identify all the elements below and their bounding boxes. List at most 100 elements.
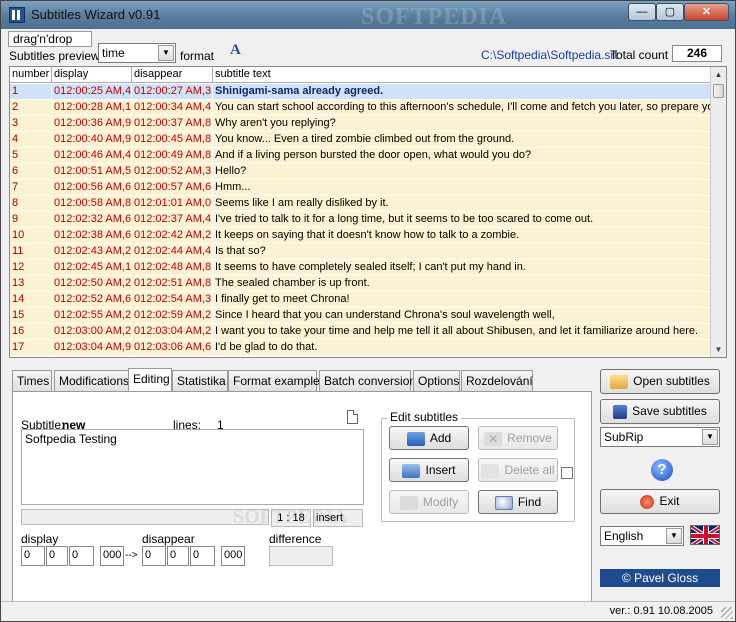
column-header-text[interactable]: subtitle text (213, 67, 712, 83)
table-scrollbar[interactable]: ▲ ▼ (710, 67, 726, 357)
insert-button[interactable]: Insert (389, 458, 469, 482)
cell-disappear: 012:01:01 AM,0 (132, 196, 213, 212)
preview-label: Subtitles preview: (9, 49, 104, 63)
cell-text: It seems to have completely sealed itsel… (213, 260, 712, 276)
difference-label: difference (269, 532, 322, 546)
cell-number: 6 (10, 164, 52, 180)
maximize-button[interactable]: ▢ (656, 3, 684, 21)
cell-disappear: 012:02:48 AM,8 (132, 260, 213, 276)
column-header-display[interactable]: display (52, 67, 132, 83)
tab-editing[interactable]: Editing (128, 368, 172, 391)
display-ms[interactable]: 000 (100, 546, 124, 566)
cell-display: 012:03:00 AM,2 (52, 324, 132, 340)
exit-button[interactable]: Exit (600, 489, 720, 514)
scroll-thumb[interactable] (713, 84, 724, 98)
cell-disappear: 012:00:37 AM,8 (132, 116, 213, 132)
output-format-select[interactable]: SubRip ▼ (600, 427, 720, 447)
table-row[interactable]: 15 012:02:55 AM,2 012:02:59 AM,2 Since I he… (10, 308, 712, 324)
modify-button[interactable]: Modify (389, 490, 469, 514)
title-bar[interactable]: Subtitles Wizard v0.91 SOFTPEDIA — ▢ ✕ (1, 1, 735, 30)
display-seconds[interactable]: 0 (69, 546, 94, 566)
cell-disappear: 012:00:27 AM,3 (132, 84, 213, 100)
cell-display: 012:02:32 AM,6 (52, 212, 132, 228)
disappear-minutes[interactable]: 0 (167, 546, 189, 566)
table-row[interactable]: 7 012:00:56 AM,6 012:00:57 AM,6 Hmm... (10, 180, 712, 196)
table-row[interactable]: 9 012:02:32 AM,6 012:02:37 AM,4 I've tried … (10, 212, 712, 228)
cell-number: 15 (10, 308, 52, 324)
cell-number: 2 (10, 100, 52, 116)
cell-display: 012:00:36 AM,9 (52, 116, 132, 132)
cell-text: Hello? (213, 164, 712, 180)
uk-flag-icon (690, 525, 720, 545)
tab-options[interactable]: Options (413, 370, 460, 391)
minimize-button[interactable]: — (628, 3, 656, 21)
resize-grip[interactable] (721, 607, 733, 619)
folder-icon (610, 374, 629, 389)
close-button[interactable]: ✕ (684, 3, 729, 21)
disappear-ms[interactable]: 000 (221, 546, 245, 566)
open-subtitles-label: Open subtitles (633, 374, 710, 388)
table-row[interactable]: 3 012:00:36 AM,9 012:00:37 AM,8 Why aren't … (10, 116, 712, 132)
insert-button-label: Insert (425, 463, 456, 477)
disappear-label: disappear (142, 532, 195, 546)
table-row[interactable]: 10 012:02:38 AM,6 012:02:42 AM,2 It keeps o… (10, 228, 712, 244)
display-hours[interactable]: 0 (21, 546, 45, 566)
cell-text: I finally get to meet Chrona! (213, 292, 712, 308)
tab-rozdelovani[interactable]: Rozdelování (461, 370, 533, 391)
table-row[interactable]: 1 012:00:25 AM,4 012:00:27 AM,3 Shinigami-s… (10, 84, 712, 100)
scroll-down-icon[interactable]: ▼ (711, 342, 726, 357)
help-icon[interactable]: ? (651, 459, 673, 481)
table-row[interactable]: 11 012:02:43 AM,2 012:02:44 AM,4 Is that so… (10, 244, 712, 260)
delete-all-button[interactable]: Delete all (478, 458, 558, 482)
scroll-up-icon[interactable]: ▲ (711, 67, 726, 82)
cell-disappear: 012:00:57 AM,6 (132, 180, 213, 196)
table-row[interactable]: 13 012:02:50 AM,2 012:02:51 AM,8 The sealed… (10, 276, 712, 292)
tab-statistika[interactable]: Statistika (172, 370, 228, 391)
tab-modifications[interactable]: Modifications (54, 370, 138, 391)
cell-disappear: 012:02:42 AM,2 (132, 228, 213, 244)
delete-all-checkbox[interactable] (561, 467, 573, 479)
cell-disappear: 012:00:52 AM,3 (132, 164, 213, 180)
tab-format-examples[interactable]: Format examples (228, 370, 326, 391)
language-select[interactable]: English ▼ (600, 526, 684, 546)
remove-icon: ✕ (484, 431, 503, 446)
table-header: number display disappear subtitle text (10, 67, 712, 83)
subtitle-text-editor[interactable]: Softpedia Testing (21, 429, 364, 505)
new-document-icon[interactable] (347, 410, 358, 424)
find-button[interactable]: Find (478, 490, 558, 514)
cell-text: I'd be glad to do that. (213, 340, 712, 356)
table-row[interactable]: 17 012:03:04 AM,9 012:03:06 AM,6 I'd be gla… (10, 340, 712, 356)
cell-text: Seems like I am really disliked by it. (213, 196, 712, 212)
tab-times[interactable]: Times (12, 370, 52, 391)
table-row[interactable]: 14 012:02:52 AM,6 012:02:54 AM,3 I finally … (10, 292, 712, 308)
add-button[interactable]: Add (389, 426, 469, 450)
table-row[interactable]: 5 012:00:46 AM,4 012:00:49 AM,8 And if a li… (10, 148, 712, 164)
table-row[interactable]: 12 012:02:45 AM,1 012:02:48 AM,8 It seems t… (10, 260, 712, 276)
table-row[interactable]: 4 012:00:40 AM,9 012:00:45 AM,8 You know...… (10, 132, 712, 148)
remove-button[interactable]: ✕ Remove (478, 426, 558, 450)
column-header-number[interactable]: number (10, 67, 52, 83)
delete-all-button-label: Delete all (504, 463, 555, 477)
display-minutes[interactable]: 0 (46, 546, 68, 566)
insert-icon (402, 463, 421, 478)
cell-disappear: 012:00:45 AM,8 (132, 132, 213, 148)
column-header-disappear[interactable]: disappear (132, 67, 213, 83)
drag-drop-zone[interactable]: drag'n'drop (8, 31, 92, 47)
save-subtitles-button[interactable]: Save subtitles (600, 399, 720, 424)
window-title: Subtitles Wizard v0.91 (31, 7, 161, 22)
tab-batch-conversion[interactable]: Batch conversion (319, 370, 416, 391)
disappear-hours[interactable]: 0 (142, 546, 166, 566)
cell-disappear: 012:02:44 AM,4 (132, 244, 213, 260)
font-icon[interactable]: A (230, 42, 241, 59)
open-subtitles-button[interactable]: Open subtitles (600, 369, 720, 394)
table-row[interactable]: 16 012:03:00 AM,2 012:03:04 AM,2 I want you… (10, 324, 712, 340)
file-path: C:\Softpedia\Softpedia.srt (481, 48, 618, 62)
table-row[interactable]: 6 012:00:51 AM,5 012:00:52 AM,3 Hello? (10, 164, 712, 180)
cell-number: 10 (10, 228, 52, 244)
table-row[interactable]: 8 012:00:58 AM,8 012:01:01 AM,0 Seems like … (10, 196, 712, 212)
preview-select[interactable]: time ▼ (98, 43, 176, 63)
table-row[interactable]: 2 012:00:28 AM,1 012:00:34 AM,4 You can sta… (10, 100, 712, 116)
subtitle-table[interactable]: number display disappear subtitle text 1… (9, 66, 727, 358)
disappear-seconds[interactable]: 0 (190, 546, 215, 566)
watermark: SOFTPEDIA (361, 4, 508, 30)
